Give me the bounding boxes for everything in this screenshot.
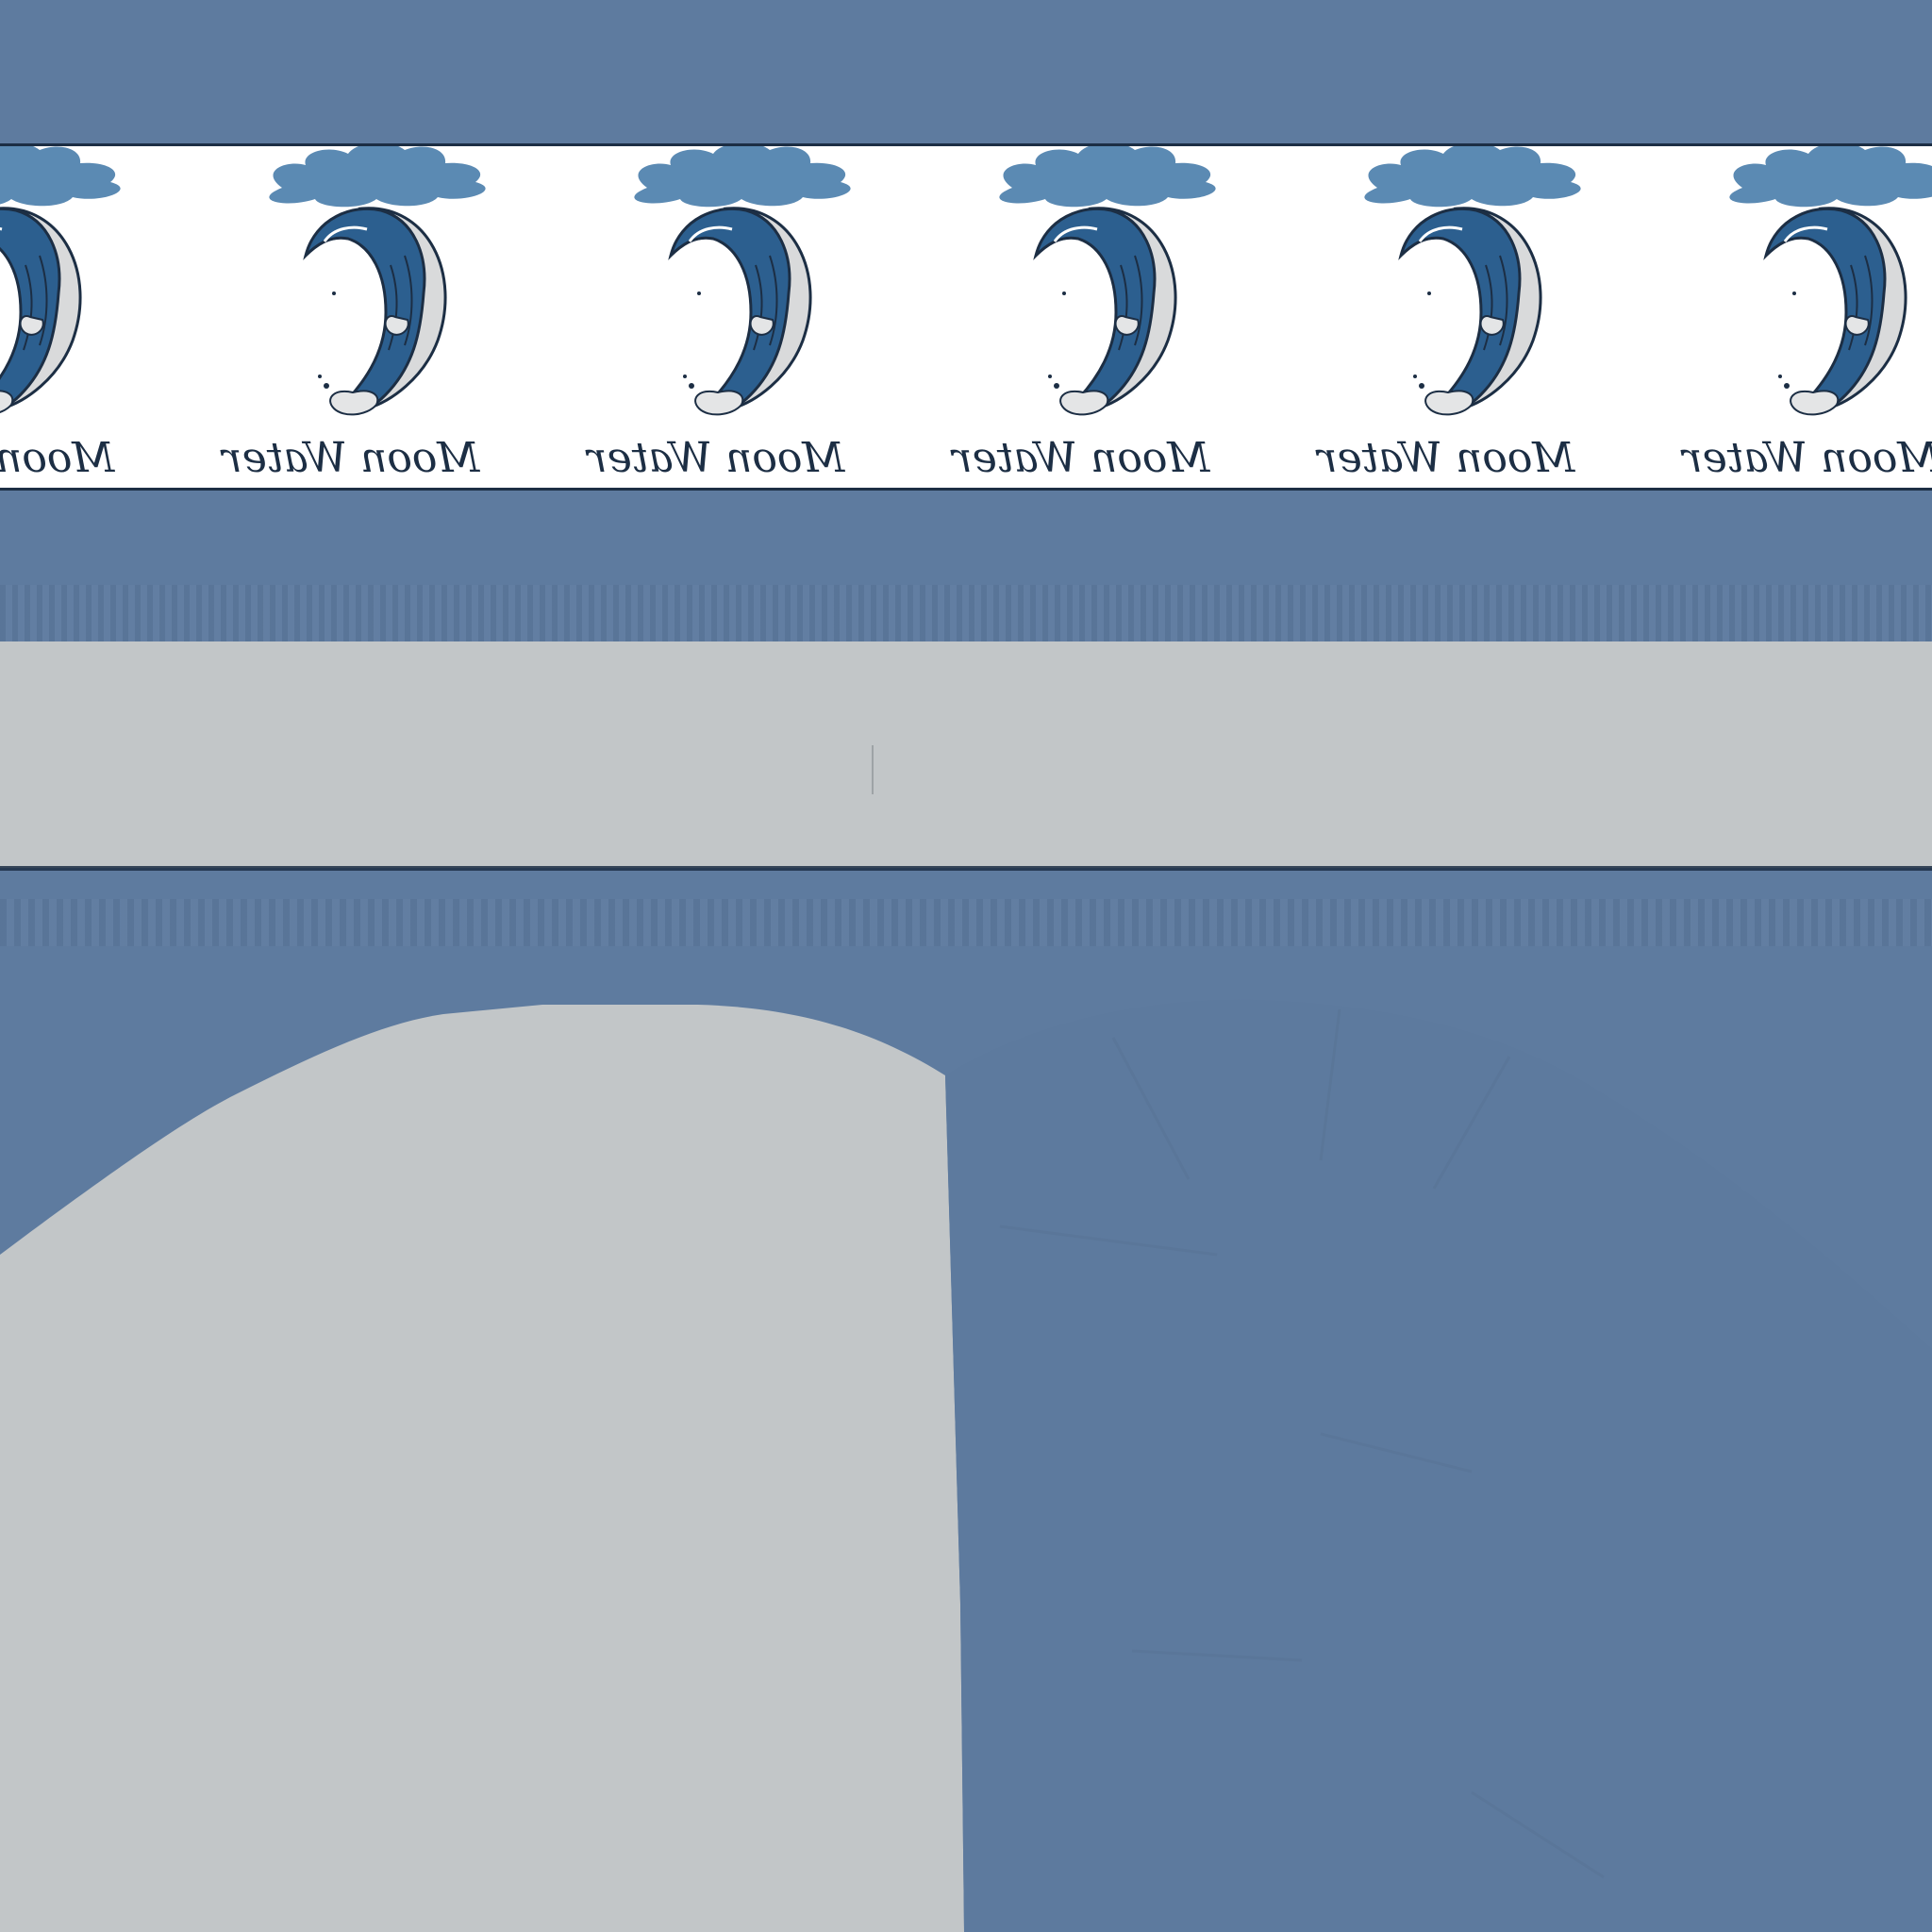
lower-panels-art xyxy=(0,999,1932,1932)
grey-left-panel xyxy=(0,1005,964,1932)
blue-right-panel xyxy=(945,999,1932,1932)
garment-texture-map: Moon WaterMoon WaterMoon WaterMoon Water… xyxy=(0,0,1932,1932)
